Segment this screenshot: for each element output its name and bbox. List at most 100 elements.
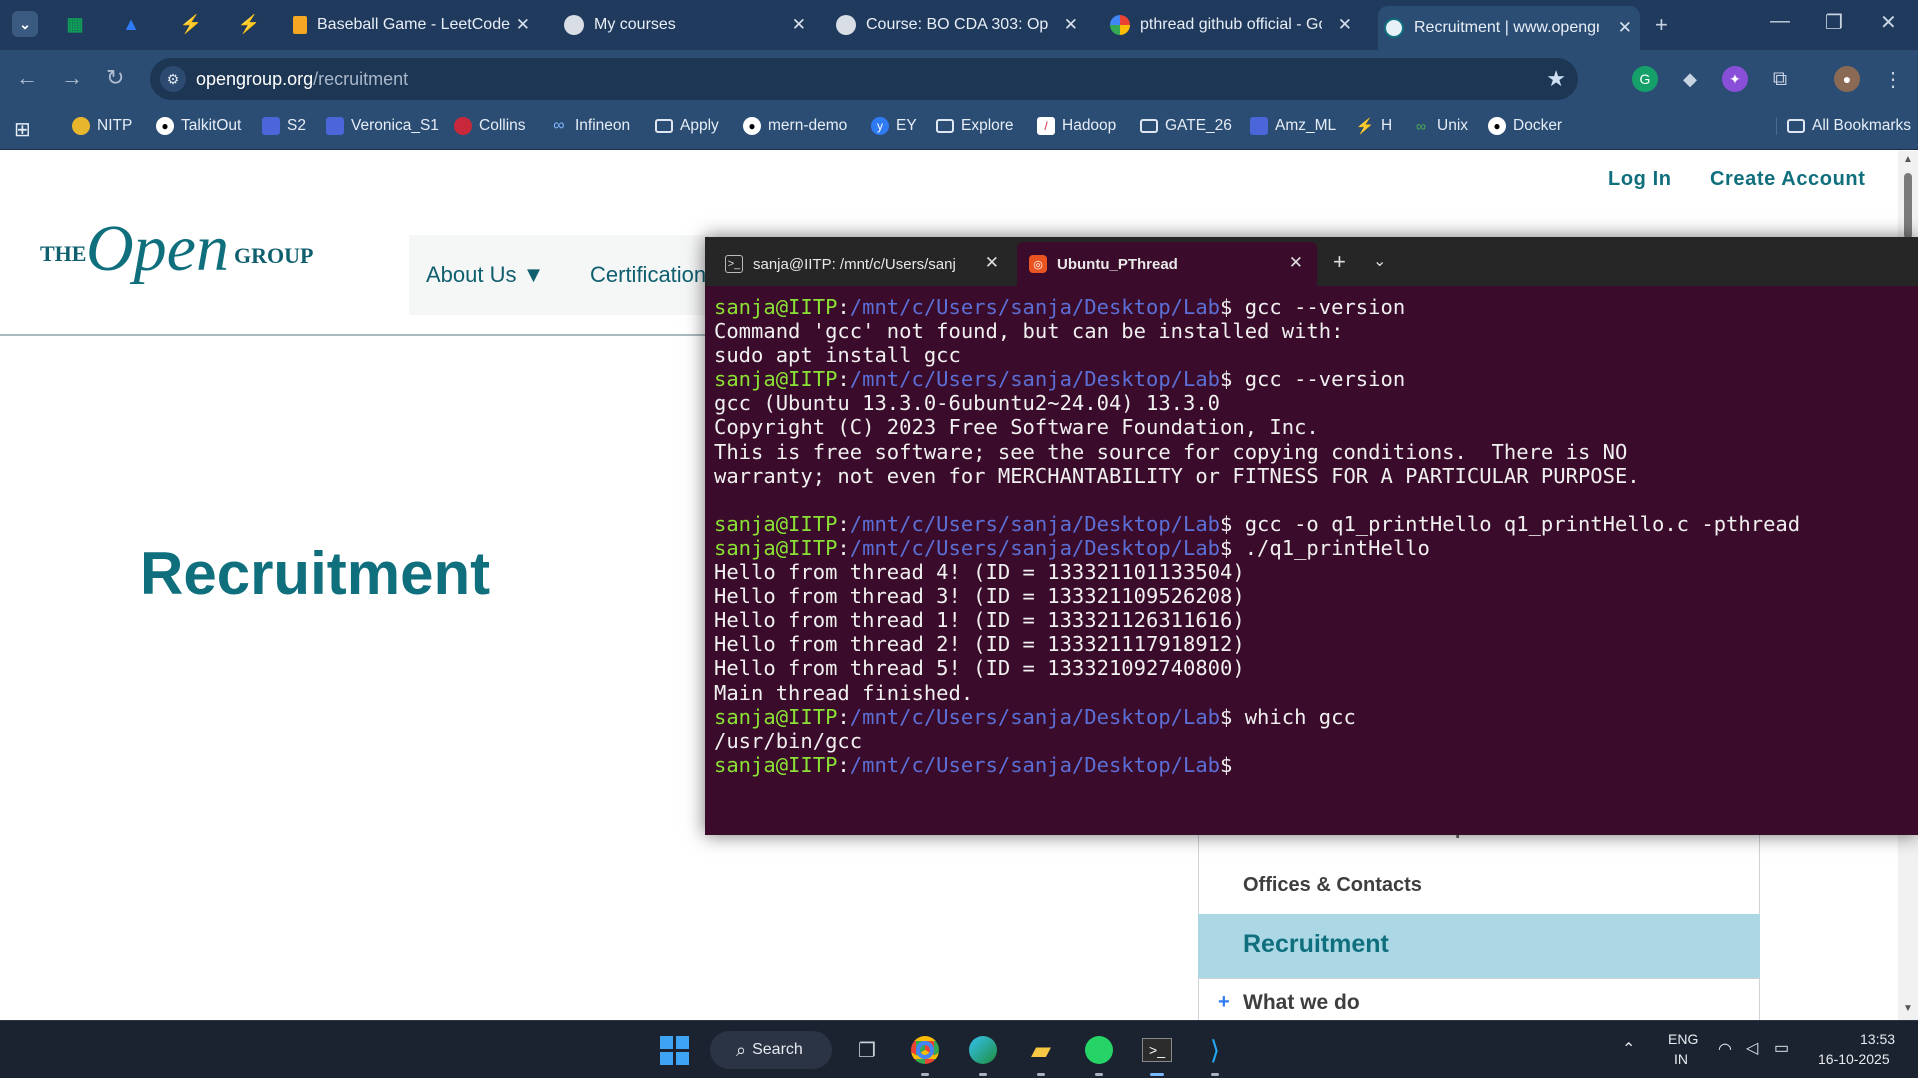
extensions-puzzle-icon[interactable]: ⧉ [1767,66,1793,92]
close-terminal-tab-icon[interactable]: ✕ [1289,253,1303,273]
site-info-icon[interactable]: ⚙ [160,66,186,92]
minimize-window-icon[interactable]: — [1770,10,1790,33]
close-terminal-tab-icon[interactable]: ✕ [985,253,999,273]
side-menu-what-we-do[interactable]: What we do [1243,991,1360,1015]
chrome-icon[interactable] [908,1033,942,1067]
address-bar[interactable]: ⚙ opengroup.org/recruitment ★ [150,58,1578,100]
bookmark-unix[interactable]: ∞ Unix [1412,117,1468,135]
search-icon: ⌕ [736,1039,747,1060]
bookmark-gate26[interactable]: GATE_26 [1140,117,1232,135]
opengroup-logo[interactable]: THE Open GROUP [40,209,330,299]
prompt-user: sanja@IITP [714,295,838,319]
wifi-icon[interactable]: ◠ [1718,1039,1732,1059]
expand-plus-icon[interactable]: + [1218,991,1230,1014]
tab-pthread-google[interactable]: pthread github official - Go ✕ [1110,8,1360,42]
bookmark-hadoop[interactable]: / Hadoop [1037,117,1116,135]
tab-leetcode[interactable]: Baseball Game - LeetCode ✕ [293,8,538,42]
bookmark-docker[interactable]: ● Docker [1488,117,1562,135]
bookmark-nitp[interactable]: NITP [72,117,132,135]
scroll-down-icon[interactable]: ▼ [1903,1003,1913,1014]
geeks-icon: ∞ [1416,118,1426,134]
sheets-pinned-icon[interactable]: ▦ [64,13,86,35]
caret-down-icon: ▼ [522,262,545,287]
bookmark-mern-demo[interactable]: ● mern-demo [743,117,847,135]
leetcode-pinned-icon-2[interactable]: ⚡ [238,13,260,35]
profile-avatar[interactable]: ● [1834,66,1860,92]
terminal-window[interactable]: >_ sanja@IITP: /mnt/c/Users/sanj ✕ ◎ Ubu… [705,237,1918,835]
task-view-icon[interactable]: ❐ [850,1033,884,1067]
battery-icon[interactable]: ▭ [1774,1038,1789,1058]
terminal-output-line: This is free software; see the source fo… [714,439,1628,464]
language-top[interactable]: ENG [1668,1031,1698,1047]
maximize-window-icon[interactable]: ❐ [1825,10,1843,35]
terminal-tab-label: Ubuntu_PThread [1057,255,1178,273]
bookmark-infineon[interactable]: ∞ Infineon [550,117,630,135]
bookmark-h[interactable]: ⚡ H [1356,117,1393,135]
new-tab-icon[interactable]: + [1655,12,1668,38]
close-tab-icon[interactable]: ✕ [516,15,530,35]
bookmark-ey[interactable]: y EY [871,117,917,135]
terminal-command-line: sanja@IITP:/mnt/c/Users/sanja/Desktop/La… [714,295,1406,319]
terminal-output[interactable]: sanja@IITP:/mnt/c/Users/sanja/Desktop/La… [714,295,1914,777]
close-tab-icon[interactable]: ✕ [1618,18,1632,38]
url-text[interactable]: opengroup.org/recruitment [196,69,408,90]
atlassian-pinned-icon[interactable]: ▲ [120,13,142,35]
close-tab-icon[interactable]: ✕ [1064,15,1078,35]
whatsapp-icon[interactable] [1082,1033,1116,1067]
new-terminal-tab-icon[interactable]: + [1333,249,1346,275]
bookmark-talkitout[interactable]: ● TalkitOut [156,117,241,135]
nav-about-us[interactable]: About Us ▼ [426,262,544,288]
active-indicator [1150,1073,1164,1076]
back-icon[interactable]: ← [16,65,38,91]
extension-icon[interactable]: ◆ [1677,66,1703,92]
edge-icon[interactable] [966,1033,1000,1067]
volume-icon[interactable]: ◁ [1746,1038,1758,1058]
vscode-icon[interactable]: ⟩ [1198,1033,1232,1067]
nav-certification[interactable]: Certification [590,262,706,288]
clock-time[interactable]: 13:53 [1860,1031,1895,1047]
bookmark-veronica[interactable]: Veronica_S1 [326,117,439,135]
all-bookmarks[interactable]: All Bookmarks [1776,117,1911,135]
header-divider [0,334,720,336]
side-menu-recruitment[interactable]: Recruitment [1198,914,1760,978]
bookmark-s2[interactable]: S2 [262,117,306,135]
close-window-icon[interactable]: ✕ [1880,10,1897,35]
url-path: /recruitment [313,69,409,89]
terminal-dropdown-icon[interactable]: ⌄ [1373,251,1386,271]
terminal-tab-wsl[interactable]: >_ sanja@IITP: /mnt/c/Users/sanj ✕ [713,242,1013,286]
bookmark-label: Explore [961,117,1014,134]
bookmark-amz-ml[interactable]: Amz_ML [1250,117,1336,135]
folder-icon [1787,119,1805,133]
terminal-app-icon[interactable]: >_ [1140,1033,1174,1067]
forward-icon[interactable]: → [61,65,83,91]
prompt-path: /mnt/c/Users/sanja/Desktop/Lab [849,295,1221,319]
file-explorer-icon[interactable]: ▰ [1024,1033,1058,1067]
reload-icon[interactable]: ↻ [106,65,124,91]
tab-my-courses[interactable]: My courses ✕ [564,8,814,42]
language-bottom[interactable]: IN [1674,1051,1688,1067]
leetcode-pinned-icon[interactable]: ⚡ [180,13,202,35]
bookmark-apply[interactable]: Apply [655,117,719,135]
tab-search-chevron-icon[interactable]: ⌄ [12,11,38,37]
grammarly-extension-icon[interactable]: G [1632,66,1658,92]
bookmark-collins[interactable]: Collins [454,117,526,135]
close-tab-icon[interactable]: ✕ [792,15,806,35]
clock-date[interactable]: 16-10-2025 [1818,1051,1890,1067]
start-windows-icon[interactable] [657,1033,691,1067]
tray-overflow-chevron-icon[interactable]: ⌃ [1622,1039,1635,1059]
bookmark-explore[interactable]: Explore [936,117,1014,135]
side-menu-offices-contacts[interactable]: Offices & Contacts [1243,874,1422,897]
apps-grid-icon[interactable]: ⊞ [14,117,31,142]
close-tab-icon[interactable]: ✕ [1338,15,1352,35]
scrollbar-thumb[interactable] [1904,173,1912,239]
taskbar-search[interactable]: ⌕ Search [710,1031,832,1069]
scroll-up-icon[interactable]: ▲ [1903,154,1913,165]
ai-extension-icon[interactable]: ✦ [1722,66,1748,92]
tab-course-os[interactable]: Course: BO CDA 303: Opera ✕ [836,8,1086,42]
bookmark-label: mern-demo [768,117,848,134]
terminal-output-line: Hello from thread 4! (ID = 1333211011335… [714,560,1245,585]
terminal-tab-ubuntu[interactable]: ◎ Ubuntu_PThread ✕ [1017,242,1317,286]
tab-recruitment[interactable]: Recruitment | www.opengro ✕ [1378,6,1640,50]
menu-kebab-icon[interactable]: ⋮ [1880,66,1906,92]
bookmark-star-icon[interactable]: ★ [1546,66,1566,92]
